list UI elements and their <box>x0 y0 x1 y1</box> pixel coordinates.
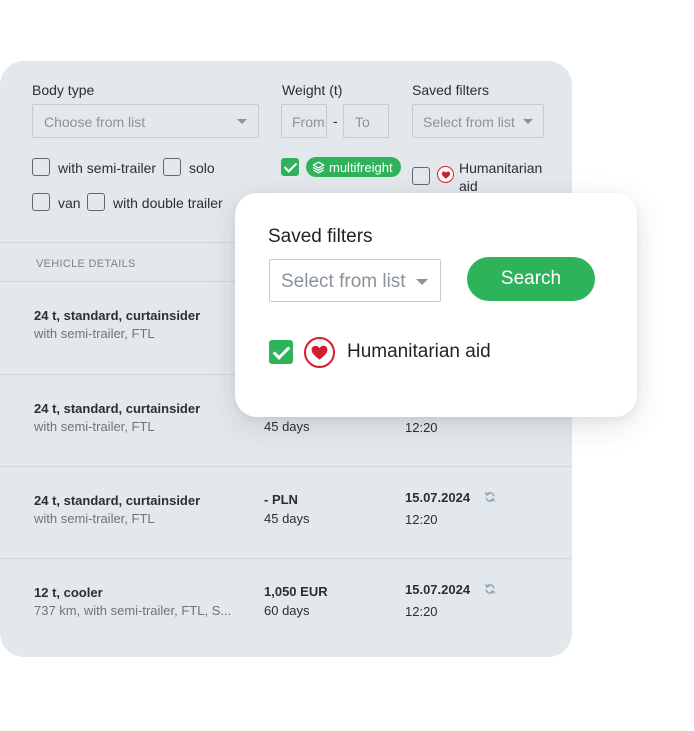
table-row[interactable]: 12 t, cooler 737 km, with semi-trailer, … <box>0 558 572 651</box>
chevron-down-icon <box>237 119 247 124</box>
weight-to-placeholder: To <box>355 114 370 130</box>
row-time: 12:20 <box>405 512 438 527</box>
humanitarian-label-line2: aid <box>459 178 478 194</box>
humanitarian-checkbox[interactable] <box>412 167 430 185</box>
double-trailer-label: with double trailer <box>113 195 223 211</box>
weight-from-input[interactable]: From <box>281 104 327 138</box>
row-payment-days: 45 days <box>264 419 310 434</box>
row-subtitle: with semi-trailer, FTL <box>34 419 155 434</box>
weight-from-placeholder: From <box>292 114 325 130</box>
heart-icon <box>311 345 328 360</box>
weight-label: Weight (t) <box>282 82 343 98</box>
row-payment-days: 60 days <box>264 603 310 618</box>
saved-filters-label: Saved filters <box>412 82 490 98</box>
semi-trailer-label: with semi-trailer <box>58 160 157 176</box>
refresh-icon[interactable] <box>484 491 496 503</box>
multifreight-checkbox[interactable] <box>281 158 299 176</box>
layers-icon <box>312 161 325 173</box>
row-time: 12:20 <box>405 420 438 435</box>
row-title: 24 t, standard, curtainsider <box>34 401 201 416</box>
saved-filters-placeholder: Select from list <box>423 114 515 130</box>
body-type-placeholder: Choose from list <box>44 114 146 130</box>
row-subtitle: 737 km, with semi-trailer, FTL, S... <box>34 603 232 618</box>
row-subtitle: with semi-trailer, FTL <box>34 326 155 341</box>
solo-label: solo <box>189 160 215 176</box>
row-price: 1,050 EUR <box>264 584 328 599</box>
van-checkbox[interactable] <box>32 193 50 211</box>
popup-select-placeholder: Select from list <box>281 271 406 292</box>
popup-humanitarian-checkbox[interactable] <box>269 340 293 364</box>
row-date: 15.07.2024 <box>405 582 471 597</box>
popup-title: Saved filters <box>268 226 373 247</box>
popup-humanitarian-badge <box>304 337 335 368</box>
row-price: - PLN <box>264 492 298 507</box>
row-title: 24 t, standard, curtainsider <box>34 308 201 323</box>
humanitarian-label-line1: Humanitarian <box>459 160 543 176</box>
refresh-icon[interactable] <box>484 583 496 595</box>
double-trailer-checkbox[interactable] <box>87 193 105 211</box>
body-type-select[interactable]: Choose from list <box>32 104 259 138</box>
body-type-label: Body type <box>32 82 95 98</box>
multifreight-badge: multifreight <box>306 157 401 177</box>
row-title: 12 t, cooler <box>34 585 103 600</box>
row-payment-days: 45 days <box>264 511 310 526</box>
semi-trailer-checkbox[interactable] <box>32 158 50 176</box>
saved-filters-select[interactable]: Select from list <box>412 104 544 138</box>
humanitarian-badge <box>437 166 454 183</box>
row-date: 15.07.2024 <box>405 490 471 505</box>
weight-to-input[interactable]: To <box>343 104 389 138</box>
row-subtitle: with semi-trailer, FTL <box>34 511 155 526</box>
heart-icon <box>441 170 450 179</box>
popup-saved-filters-select[interactable]: Select from list <box>269 259 441 302</box>
popup-humanitarian-label: Humanitarian aid <box>347 341 491 362</box>
table-row[interactable]: 24 t, standard, curtainsider with semi-t… <box>0 466 572 559</box>
saved-filters-popup: Saved filters Select from list Search Hu… <box>235 193 637 417</box>
solo-checkbox[interactable] <box>163 158 181 176</box>
chevron-down-icon <box>416 279 428 285</box>
vehicle-details-header: VEHICLE DETAILS <box>36 258 136 270</box>
row-time: 12:20 <box>405 604 438 619</box>
weight-separator: - <box>333 113 338 129</box>
search-button[interactable]: Search <box>467 257 595 301</box>
van-label: van <box>58 195 81 211</box>
multifreight-label: multifreight <box>329 159 393 175</box>
chevron-down-icon <box>523 119 533 124</box>
row-title: 24 t, standard, curtainsider <box>34 493 201 508</box>
